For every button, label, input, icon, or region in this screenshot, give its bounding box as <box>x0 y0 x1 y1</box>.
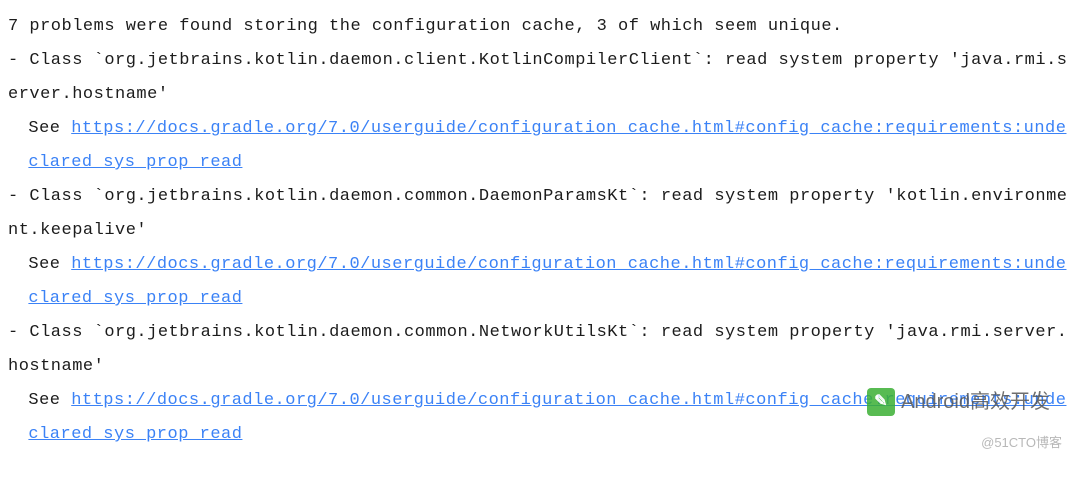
problem-line: - Class `org.jetbrains.kotlin.daemon.com… <box>8 180 1072 248</box>
see-link[interactable]: https://docs.gradle.org/7.0/userguide/co… <box>28 255 1066 308</box>
problem-prefix: - Class ` <box>8 323 104 342</box>
see-link[interactable]: https://docs.gradle.org/7.0/userguide/co… <box>28 391 1066 444</box>
problem-prefix: - Class ` <box>8 51 104 70</box>
problem-prefix: - Class ` <box>8 187 104 206</box>
problem-class: org.jetbrains.kotlin.daemon.client.Kotli… <box>104 51 693 70</box>
problem-suffix: `: read system property ' <box>629 323 897 342</box>
see-label: See <box>28 119 71 138</box>
summary-text: 7 problems were found storing the config… <box>8 17 843 36</box>
problem-line: - Class `org.jetbrains.kotlin.daemon.cli… <box>8 44 1072 112</box>
see-line: See https://docs.gradle.org/7.0/userguid… <box>8 248 1072 316</box>
problem-end: ' <box>158 85 169 104</box>
see-label: See <box>28 391 71 410</box>
problem-end: ' <box>136 221 147 240</box>
problem-suffix: `: read system property ' <box>693 51 961 70</box>
problem-suffix: `: read system property ' <box>629 187 897 206</box>
see-line: See https://docs.gradle.org/7.0/userguid… <box>8 384 1072 452</box>
problem-class: org.jetbrains.kotlin.daemon.common.Netwo… <box>104 323 628 342</box>
see-line: See https://docs.gradle.org/7.0/userguid… <box>8 112 1072 180</box>
summary-line: 7 problems were found storing the config… <box>8 10 1072 44</box>
see-link[interactable]: https://docs.gradle.org/7.0/userguide/co… <box>28 119 1066 172</box>
problem-end: ' <box>94 357 105 376</box>
problem-line: - Class `org.jetbrains.kotlin.daemon.com… <box>8 316 1072 384</box>
see-label: See <box>28 255 71 274</box>
footer-credit: @51CTO博客 <box>981 430 1062 456</box>
problem-class: org.jetbrains.kotlin.daemon.common.Daemo… <box>104 187 628 206</box>
